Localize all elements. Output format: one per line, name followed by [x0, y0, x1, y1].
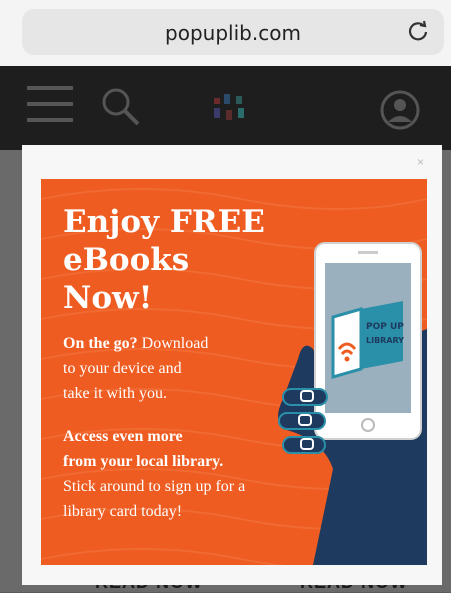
browser-chrome: popuplib.com — [0, 0, 451, 66]
url-text[interactable]: popuplib.com — [22, 21, 444, 45]
search-icon[interactable] — [98, 86, 142, 130]
phone-illustration: POP UP LIBRARY — [278, 242, 427, 565]
site-logo[interactable] — [206, 94, 256, 134]
access-bold-1: Access even more — [63, 428, 183, 445]
menu-icon[interactable] — [27, 84, 77, 124]
on-the-go-bold: On the go? — [63, 335, 138, 352]
headline-line-1: Enjoy FREE — [63, 204, 265, 240]
access-bold-2: from your local library. — [63, 453, 224, 470]
site-header — [0, 66, 451, 150]
logo-text-1: POP UP — [366, 322, 404, 332]
address-bar[interactable]: popuplib.com — [22, 9, 444, 55]
logo-text-2: LIBRARY — [366, 336, 404, 345]
profile-icon[interactable] — [380, 90, 420, 130]
promo-modal: × Enjoy FREE eBooks Now! On the go? Down… — [22, 145, 442, 585]
reload-icon[interactable] — [406, 19, 430, 43]
close-icon[interactable]: × — [417, 155, 424, 169]
download-text: Download — [137, 335, 209, 352]
promo-banner[interactable]: Enjoy FREE eBooks Now! On the go? Downlo… — [41, 179, 427, 565]
